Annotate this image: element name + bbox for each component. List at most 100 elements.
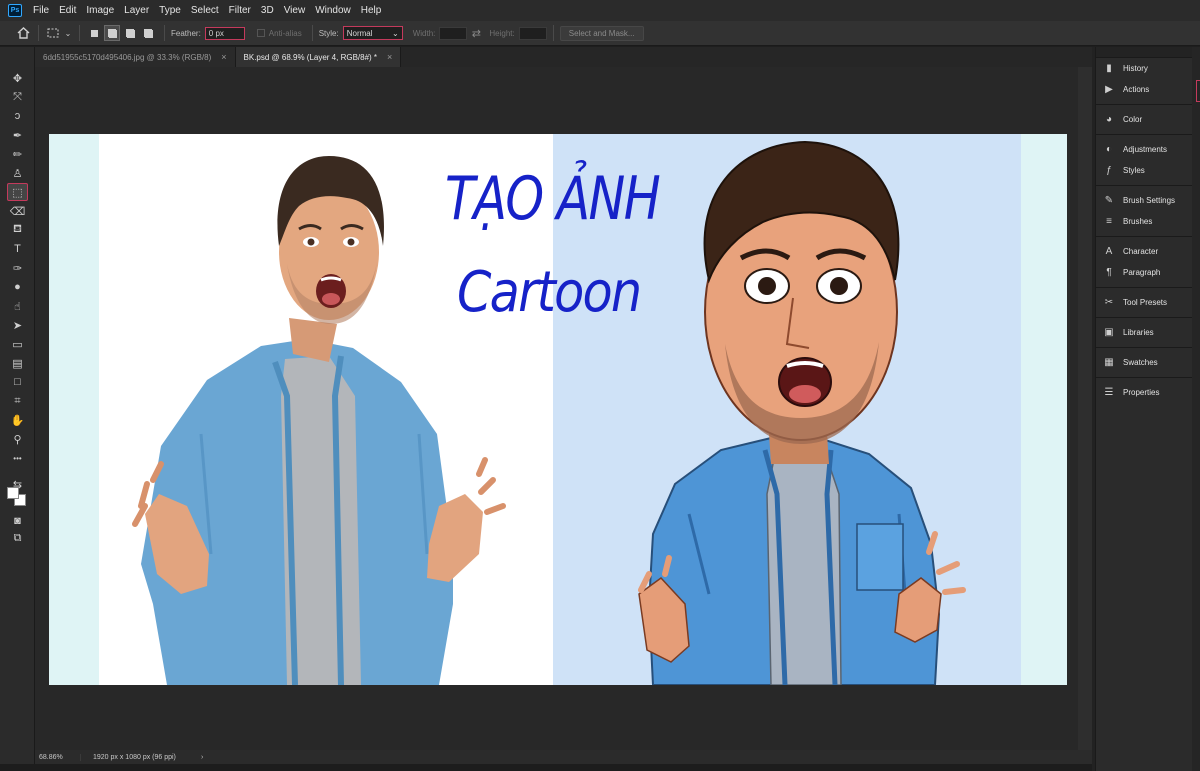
screen-mode-icon[interactable]: ⧉ xyxy=(7,529,28,547)
collapsed-panel-tab[interactable] xyxy=(1196,80,1200,102)
zoom-level[interactable]: 68.86% xyxy=(35,753,81,761)
blur-tool-icon[interactable]: ● xyxy=(7,278,28,296)
hand-tool-icon[interactable]: ✋ xyxy=(7,411,28,429)
panel-label: Adjustments xyxy=(1123,145,1168,154)
menu-file[interactable]: File xyxy=(28,5,54,16)
select-and-mask-button[interactable]: Select and Mask... xyxy=(559,25,644,41)
status-menu-arrow-icon[interactable]: › xyxy=(201,754,203,761)
panel-properties[interactable]: ☰ Properties xyxy=(1096,382,1192,403)
style-label: Style: xyxy=(318,28,339,38)
document-canvas[interactable]: TẠO ẢNH Cartoon xyxy=(49,134,1067,685)
anti-alias-checkbox[interactable] xyxy=(256,29,265,37)
swap-dimensions-icon[interactable]: ⇄ xyxy=(467,24,485,42)
panel-character[interactable]: A Character xyxy=(1096,241,1192,262)
move-tool-icon[interactable]: ✥ xyxy=(7,69,28,87)
menu-edit[interactable]: Edit xyxy=(54,5,81,16)
marquee-preset-icon[interactable] xyxy=(45,24,63,42)
panel-actions[interactable]: ▶ Actions xyxy=(1096,79,1192,100)
menu-view[interactable]: View xyxy=(279,5,311,16)
canvas-title-line2: Cartoon xyxy=(457,260,642,325)
eraser-tool-icon[interactable]: ⌫ xyxy=(7,202,28,220)
panel-label: Libraries xyxy=(1123,328,1154,337)
zoom-tool-icon[interactable]: ⚲ xyxy=(7,430,28,448)
width-input[interactable] xyxy=(439,26,468,40)
close-icon[interactable]: × xyxy=(221,52,226,62)
tab-document-psd[interactable]: BK.psd @ 68.9% (Layer 4, RGB/8#) * × xyxy=(235,47,402,67)
feather-input[interactable] xyxy=(204,26,245,40)
panel-dock: ▮ History ▶ Actions ◕ Color ◐ Adjustments ƒ Style… xyxy=(1095,47,1192,771)
panel-divider xyxy=(1096,287,1192,288)
divider xyxy=(164,25,165,41)
menu-window[interactable]: Window xyxy=(310,5,356,16)
new-selection-button[interactable] xyxy=(86,25,102,41)
menu-help[interactable]: Help xyxy=(356,5,387,16)
panel-divider xyxy=(1096,347,1192,348)
photoshop-logo-icon: Ps xyxy=(8,4,22,17)
panel-label: Paragraph xyxy=(1123,268,1161,277)
intersect-selection-button[interactable] xyxy=(140,25,156,41)
adjustments-icon: ◐ xyxy=(1105,144,1113,155)
menu-filter[interactable]: Filter xyxy=(224,5,256,16)
panel-swatches[interactable]: ▦ Swatches xyxy=(1096,352,1192,373)
menu-image[interactable]: Image xyxy=(81,5,119,16)
panel-styles[interactable]: ƒ Styles xyxy=(1096,160,1192,181)
stamp-tool-icon[interactable]: ♙ xyxy=(7,164,28,182)
gradient-tool-icon[interactable]: ▤ xyxy=(7,354,28,372)
crop-tool-icon[interactable]: ⌗ xyxy=(7,392,28,410)
tab-document-jpg[interactable]: 6dd51955c5170d495406.jpg @ 33.3% (RGB/8)… xyxy=(35,47,236,67)
paint-bucket-tool-icon[interactable]: ⛾ xyxy=(7,221,28,239)
pen-tool-icon[interactable]: ✑ xyxy=(7,259,28,277)
chevron-down-icon[interactable]: ⌄ xyxy=(63,24,73,42)
style-select[interactable]: Normal ⌄ xyxy=(342,26,403,40)
path-selection-tool-icon[interactable]: ➤ xyxy=(7,316,28,334)
dock-header[interactable] xyxy=(1096,47,1192,58)
menu-layer[interactable]: Layer xyxy=(119,5,154,16)
panel-label: Character xyxy=(1123,247,1159,256)
marquee-tool-icon[interactable]: ⬚ xyxy=(7,183,28,201)
menu-3d[interactable]: 3D xyxy=(256,5,279,16)
cartoon-man-illustration xyxy=(638,140,966,685)
panel-label: Color xyxy=(1123,115,1143,124)
tool-presets-icon: ✂ xyxy=(1104,297,1114,308)
tab-label: 6dd51955c5170d495406.jpg @ 33.3% (RGB/8) xyxy=(43,52,212,62)
artboard-tool-icon[interactable]: ⤧ xyxy=(7,88,28,106)
right-collapsed-panel xyxy=(1192,47,1200,771)
ruler-tool-icon[interactable]: ▭ xyxy=(7,335,28,353)
height-label: Height: xyxy=(489,28,515,38)
brushes-icon: ≡ xyxy=(1106,216,1112,227)
type-tool-icon[interactable]: T xyxy=(7,240,28,258)
menu-select[interactable]: Select xyxy=(186,5,224,16)
panel-brushes[interactable]: ≡ Brushes xyxy=(1096,211,1192,232)
panel-libraries[interactable]: ▣ Libraries xyxy=(1096,322,1192,343)
subtract-selection-button[interactable] xyxy=(122,25,138,41)
height-input[interactable] xyxy=(518,26,547,40)
add-to-selection-button[interactable] xyxy=(104,25,120,41)
menu-type[interactable]: Type xyxy=(154,5,186,16)
rectangle-tool-icon[interactable]: □ xyxy=(7,373,28,391)
panel-label: Tool Presets xyxy=(1123,298,1168,307)
panel-divider xyxy=(1096,317,1192,318)
panel-color[interactable]: ◕ Color xyxy=(1096,109,1192,130)
foreground-color-swatch[interactable] xyxy=(7,487,19,499)
lasso-tool-icon[interactable]: ↄ xyxy=(7,107,28,125)
eyedropper-tool-icon[interactable]: ✒ xyxy=(7,126,28,144)
panel-brush-settings[interactable]: ✎ Brush Settings xyxy=(1096,190,1192,211)
brush-tool-icon[interactable]: ✏ xyxy=(7,145,28,163)
menu-bar: Ps File Edit Image Layer Type Select Fil… xyxy=(0,0,1200,21)
smudge-tool-icon[interactable]: ☝ xyxy=(7,297,28,315)
swatches-icon: ▦ xyxy=(1104,357,1114,368)
feather-label: Feather: xyxy=(171,28,201,38)
panel-history[interactable]: ▮ History xyxy=(1096,58,1192,79)
panel-paragraph[interactable]: ¶ Paragraph xyxy=(1096,262,1192,283)
subtract-selection-icon xyxy=(125,28,135,38)
panel-adjustments[interactable]: ◐ Adjustments xyxy=(1096,139,1192,160)
vertical-scrollbar[interactable] xyxy=(1078,67,1092,750)
more-tools-icon[interactable]: ••• xyxy=(7,449,28,467)
panel-tool-presets[interactable]: ✂ Tool Presets xyxy=(1096,292,1192,313)
home-icon[interactable] xyxy=(14,24,32,42)
document-dimensions: 1920 px x 1080 px (96 ppi) xyxy=(93,753,176,761)
panel-divider xyxy=(1096,185,1192,186)
quick-mask-icon[interactable]: ◙ xyxy=(7,512,28,530)
close-icon[interactable]: × xyxy=(387,52,392,62)
options-bar: ⌄ Feather: Anti-alias Style: Normal ⌄ Wi… xyxy=(0,21,1200,46)
